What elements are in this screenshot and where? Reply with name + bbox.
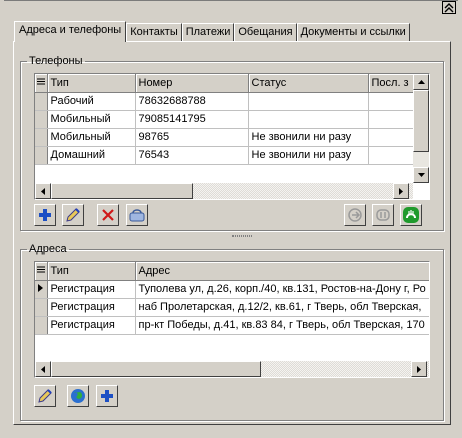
double-chevron-up-icon bbox=[444, 2, 454, 12]
phone-type: Мобильный bbox=[47, 110, 136, 129]
row-indicator bbox=[35, 146, 48, 165]
address-type: Регистрация bbox=[47, 298, 136, 317]
call-green-button[interactable] bbox=[400, 204, 422, 226]
call-icon bbox=[348, 208, 362, 222]
phones-hscrollbar[interactable] bbox=[35, 183, 413, 199]
phones-table: Тип Номер Статус Посл. з Рабочий 7863268… bbox=[35, 74, 429, 165]
phone-number: 76543 bbox=[135, 146, 249, 165]
scroll-left-button[interactable] bbox=[35, 361, 51, 377]
green-phone-icon bbox=[403, 207, 419, 223]
phones-legend: Телефоны bbox=[29, 55, 83, 67]
phones-header-row: Тип Номер Статус Посл. з bbox=[35, 74, 429, 93]
call-out-button[interactable] bbox=[344, 204, 366, 226]
table-row[interactable]: Мобильный 79085141795 bbox=[35, 110, 429, 129]
addresses-hscrollbar[interactable] bbox=[35, 361, 429, 377]
scroll-right-button[interactable] bbox=[411, 361, 427, 377]
tab-promises[interactable]: Обещания bbox=[234, 23, 297, 42]
edit-address-button[interactable] bbox=[34, 385, 56, 407]
scroll-thumb[interactable] bbox=[413, 90, 429, 152]
col-header-type[interactable]: Тип bbox=[47, 262, 136, 281]
tab-contacts[interactable]: Контакты bbox=[126, 23, 182, 42]
table-row[interactable]: Домашний 76543 Не звонили ни разу bbox=[35, 146, 429, 165]
table-row[interactable]: Мобильный 98765 Не звонили ни разу bbox=[35, 128, 429, 147]
row-indicator bbox=[35, 316, 48, 335]
addresses-legend: Адреса bbox=[29, 243, 67, 255]
arrow-right-icon bbox=[399, 187, 403, 195]
arrow-right-icon bbox=[417, 365, 421, 373]
arrow-left-icon bbox=[41, 365, 45, 373]
phone-number: 79085141795 bbox=[135, 110, 249, 129]
phone-status bbox=[248, 110, 369, 129]
address-text: пр-кт Победы, д.41, кв.83 84, г Тверь, о… bbox=[135, 316, 429, 335]
panel-splitter[interactable] bbox=[232, 235, 252, 237]
dial-phone-button[interactable] bbox=[126, 204, 148, 226]
table-row[interactable]: Рабочий 78632688788 bbox=[35, 92, 429, 111]
col-header-address[interactable]: Адрес bbox=[135, 262, 429, 281]
red-x-icon bbox=[102, 209, 114, 221]
table-row[interactable]: Регистрация пр-кт Победы, д.41, кв.83 84… bbox=[35, 316, 429, 335]
current-row-arrow-icon bbox=[38, 283, 43, 292]
col-header-status[interactable]: Статус bbox=[248, 74, 369, 93]
table-row[interactable]: Регистрация наб Пролетарская, д.12/2, кв… bbox=[35, 298, 429, 317]
scroll-thumb[interactable] bbox=[51, 183, 193, 199]
phone-type: Мобильный bbox=[47, 128, 136, 147]
delete-phone-button[interactable] bbox=[97, 204, 119, 226]
phone-status: Не звонили ни разу bbox=[248, 146, 369, 165]
plus-icon bbox=[101, 390, 113, 402]
scroll-left-button[interactable] bbox=[35, 183, 51, 199]
hold-icon bbox=[376, 209, 390, 221]
tab-addresses-phones[interactable]: Адреса и телефоны bbox=[14, 21, 127, 42]
column-selector-icon[interactable] bbox=[35, 74, 48, 93]
pencil-icon bbox=[38, 389, 52, 403]
phone-type: Рабочий bbox=[47, 92, 136, 111]
addresses-header-row: Тип Адрес bbox=[35, 262, 429, 281]
row-indicator bbox=[35, 128, 48, 147]
scroll-down-button[interactable] bbox=[413, 167, 429, 183]
scroll-up-button[interactable] bbox=[413, 74, 429, 90]
phone-number: 78632688788 bbox=[135, 92, 249, 111]
addresses-table: Тип Адрес Регистрация Туполева ул, д.26,… bbox=[35, 262, 429, 335]
address-text: наб Пролетарская, д.12/2, кв.61, г Тверь… bbox=[135, 298, 429, 317]
address-text: Туполева ул, д.26, корп./40, кв.131, Рос… bbox=[135, 280, 429, 299]
tab-strip: Адреса и телефоны Контакты Платежи Обеща… bbox=[14, 21, 410, 42]
phones-grid[interactable]: Тип Номер Статус Посл. з Рабочий 7863268… bbox=[34, 73, 430, 200]
row-indicator bbox=[35, 298, 48, 317]
add-phone-button[interactable] bbox=[34, 204, 56, 226]
scroll-right-button[interactable] bbox=[393, 183, 409, 199]
collapse-button[interactable] bbox=[442, 1, 456, 14]
row-indicator bbox=[35, 110, 48, 129]
arrow-down-icon bbox=[417, 173, 425, 177]
address-type: Регистрация bbox=[47, 280, 136, 299]
hold-call-button[interactable] bbox=[372, 204, 394, 226]
phone-type: Домашний bbox=[47, 146, 136, 165]
column-selector-icon[interactable] bbox=[35, 262, 48, 281]
globe-icon bbox=[71, 389, 85, 403]
addresses-grid[interactable]: Тип Адрес Регистрация Туполева ул, д.26,… bbox=[34, 261, 430, 378]
arrow-left-icon bbox=[41, 187, 45, 195]
table-row[interactable]: Регистрация Туполева ул, д.26, корп./40,… bbox=[35, 280, 429, 299]
tab-payments[interactable]: Платежи bbox=[181, 23, 235, 42]
phones-vscrollbar[interactable] bbox=[413, 74, 429, 183]
phone-number: 98765 bbox=[135, 128, 249, 147]
window-frame-top bbox=[4, 0, 458, 1]
scroll-thumb[interactable] bbox=[51, 361, 261, 377]
address-type: Регистрация bbox=[47, 316, 136, 335]
plus-icon bbox=[39, 209, 51, 221]
dial-icon bbox=[129, 209, 145, 222]
phone-status bbox=[248, 92, 369, 111]
row-indicator bbox=[35, 92, 48, 111]
phone-status: Не звонили ни разу bbox=[248, 128, 369, 147]
col-header-number[interactable]: Номер bbox=[135, 74, 249, 93]
edit-phone-button[interactable] bbox=[62, 204, 84, 226]
col-header-type[interactable]: Тип bbox=[47, 74, 136, 93]
row-indicator bbox=[35, 280, 48, 299]
map-address-button[interactable] bbox=[67, 385, 89, 407]
arrow-up-icon bbox=[417, 80, 425, 84]
pencil-icon bbox=[66, 208, 80, 222]
tab-documents[interactable]: Документы и ссылки bbox=[296, 23, 410, 42]
tab-panel: Телефоны Тип Номер Статус Посл. з Рабочи… bbox=[13, 41, 451, 425]
add-address-button[interactable] bbox=[96, 385, 118, 407]
